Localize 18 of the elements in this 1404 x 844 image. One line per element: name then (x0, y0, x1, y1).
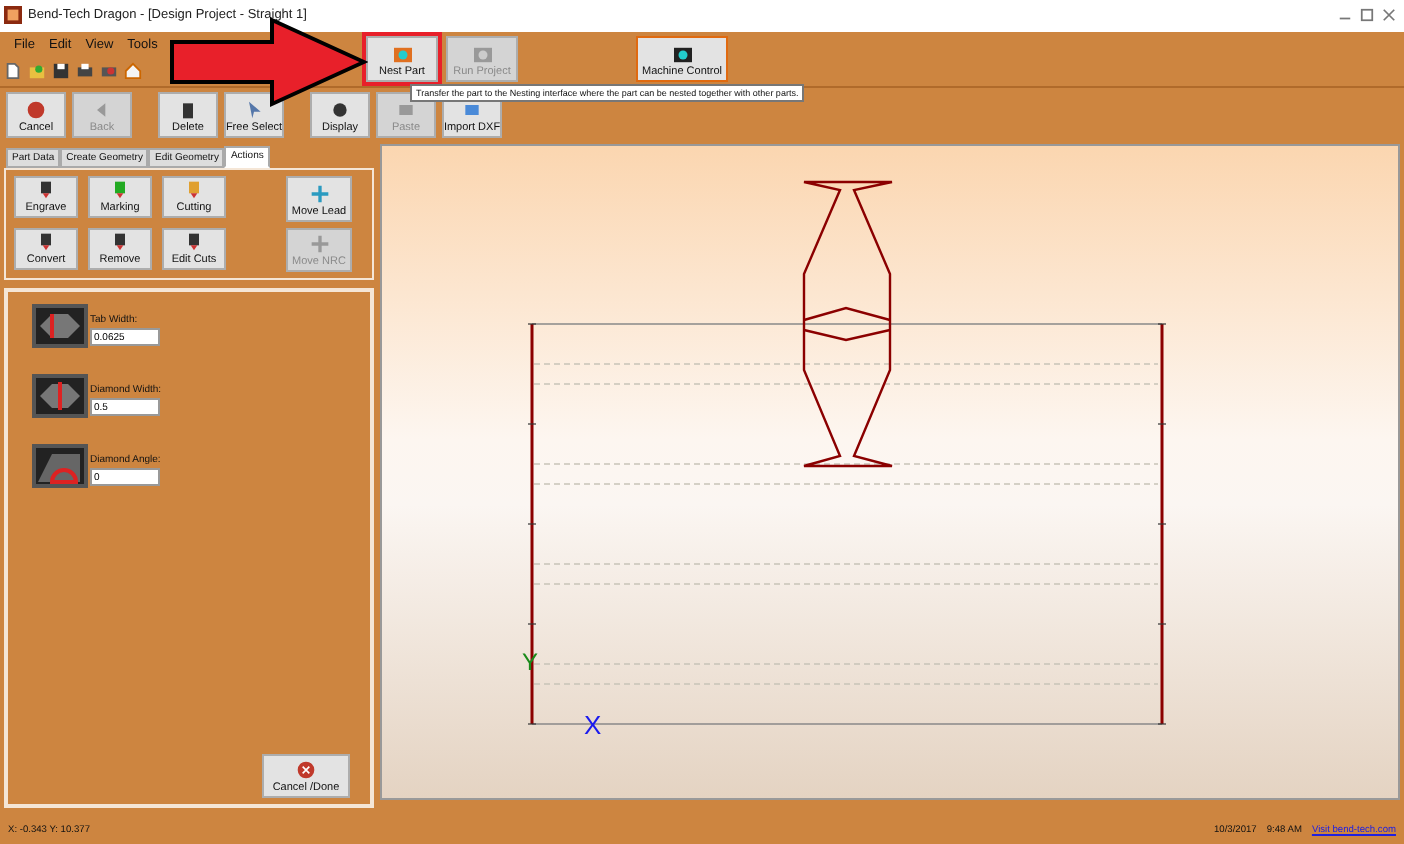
cursor-icon (244, 100, 264, 121)
save-icon[interactable] (52, 61, 70, 80)
cancel-icon (296, 760, 316, 781)
four-way-arrow-icon (309, 183, 329, 204)
cancel-icon (26, 100, 46, 121)
app-icon (4, 6, 22, 25)
marker-icon (36, 180, 56, 201)
target-icon (671, 45, 693, 64)
hexagon-tab-icon (32, 304, 88, 349)
hexagon-width-icon (32, 374, 88, 419)
maximize-icon[interactable] (1360, 8, 1374, 23)
new-file-icon[interactable] (4, 61, 22, 80)
close-icon[interactable] (1382, 8, 1396, 23)
print-icon[interactable] (76, 61, 94, 80)
x-axis-label: X (584, 710, 602, 741)
protractor-icon (32, 444, 88, 489)
marker-icon (110, 180, 130, 201)
home-icon[interactable] (124, 61, 142, 80)
